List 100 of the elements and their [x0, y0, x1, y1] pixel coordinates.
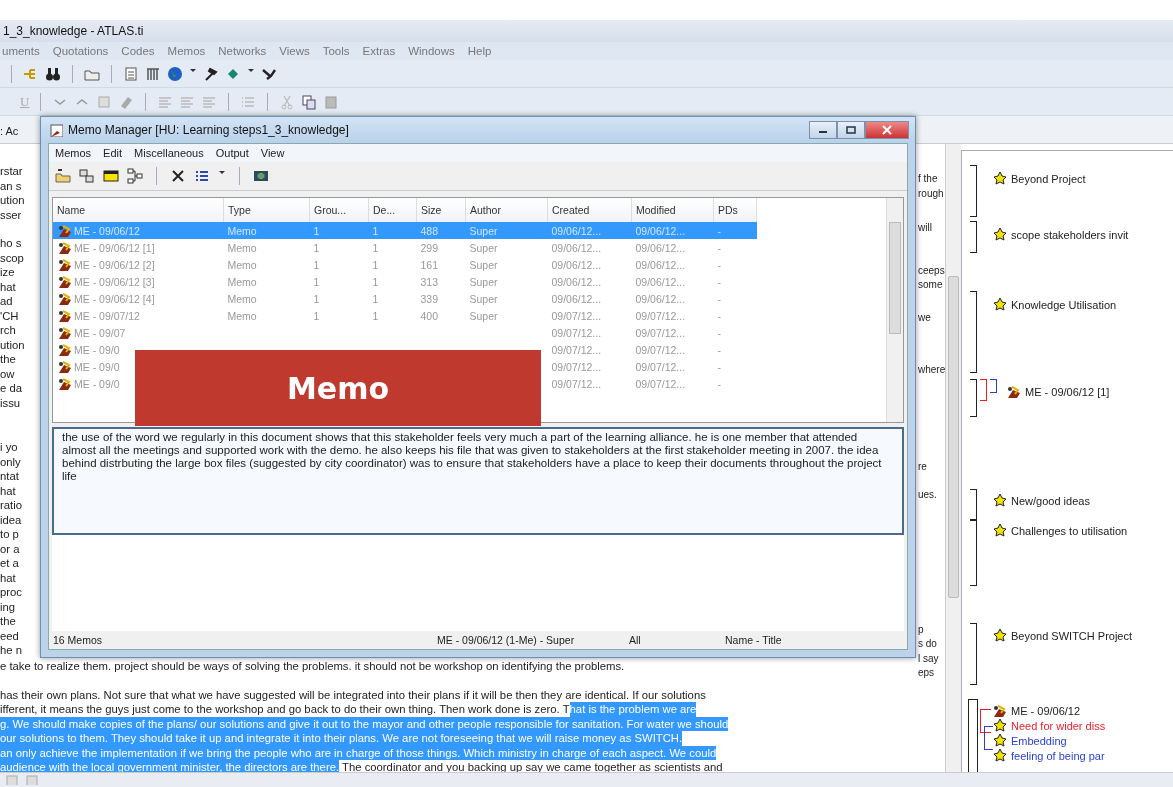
menu-item[interactable]: Quotations — [52, 45, 109, 57]
menu-item[interactable]: Edit — [103, 147, 123, 159]
maximize-button[interactable] — [837, 121, 865, 139]
document-text: ize — [0, 265, 16, 280]
hammer-icon[interactable] — [203, 65, 219, 82]
code-star-icon[interactable] — [992, 523, 1008, 539]
memo-text[interactable]: the use of the word we regularly in this document shows that this stakeholder feels very much a part of the learning alliance. he is one member that attended almost all the meetings and supported work with the demo. he also keeps his file that was given to stakeholders at the first stakeholder meeting in 2007. the idea behind distrbuting the large box files (suggested by city coordinator) was to ensure that stakeholders have a place to keep their documents throughout the project life — [52, 427, 904, 535]
memo-icon[interactable] — [1006, 384, 1022, 400]
scrollbar[interactable] — [886, 198, 903, 422]
picture-icon[interactable] — [253, 168, 269, 184]
caption-banner: Memo — [135, 350, 541, 426]
code-label[interactable]: feeling of being par — [1011, 750, 1105, 762]
network-icon[interactable] — [127, 168, 143, 184]
column-header[interactable]: Author — [465, 198, 548, 222]
document-text: the — [0, 614, 17, 629]
menu-item[interactable]: uments — [2, 45, 40, 57]
bracket-line — [970, 379, 977, 417]
menu-item[interactable]: Networks — [218, 45, 267, 57]
menu-item[interactable]: Windows — [408, 45, 455, 57]
column-header[interactable]: Name — [53, 198, 224, 222]
code-star-icon[interactable] — [992, 748, 1008, 764]
code-star-icon[interactable] — [992, 628, 1008, 644]
memo-icon — [57, 324, 73, 341]
menu-item[interactable]: Memos — [167, 45, 206, 57]
code-star-icon[interactable] — [992, 171, 1008, 187]
status-text: ME - 09/06/12 (1-Me) - Super — [437, 634, 576, 646]
code-label[interactable]: Knowledge Utilisation — [1011, 299, 1117, 311]
memo-icon[interactable] — [992, 703, 1008, 719]
menu-item[interactable]: Tools — [322, 45, 350, 57]
table-cell: Super — [469, 309, 498, 322]
column-header[interactable]: PDs — [713, 198, 757, 222]
column-header[interactable]: De... — [368, 198, 417, 222]
code-label[interactable]: Challenges to utilisation — [1011, 525, 1128, 537]
code-label[interactable]: New/good ideas — [1011, 495, 1090, 507]
document-text: sser — [0, 207, 23, 222]
code-label[interactable]: Beyond Project — [1011, 173, 1086, 185]
code-star-icon[interactable] — [992, 493, 1008, 509]
menu-item[interactable]: Extras — [362, 45, 396, 57]
document-text: rch — [0, 323, 17, 338]
document-icon[interactable] — [123, 65, 139, 82]
memo-icon — [57, 307, 73, 324]
column-header[interactable]: Type — [223, 198, 310, 222]
column-header[interactable]: Size — [416, 198, 466, 222]
folder-icon[interactable] — [55, 168, 71, 184]
column-header[interactable]: Created — [547, 198, 632, 222]
table-cell: 09/07/12... — [635, 343, 686, 356]
document-text: i yo — [0, 440, 19, 455]
menu-item[interactable]: Help — [467, 45, 492, 57]
table-cell: 488 — [420, 224, 439, 237]
code-star-icon[interactable] — [992, 733, 1008, 749]
table-cell: 09/06/12... — [635, 292, 686, 305]
window-title: 1_3_knowledge - ATLAS.ti — [3, 24, 144, 38]
code-star-icon[interactable] — [992, 227, 1008, 243]
globe-icon[interactable] — [167, 65, 183, 82]
document-text: hat — [0, 483, 17, 498]
document-text: some — [918, 278, 944, 292]
document-tab[interactable]: : Ac — [0, 125, 19, 143]
menu-item[interactable]: Output — [215, 147, 249, 159]
table-cell: 1 — [313, 258, 320, 271]
menu-item[interactable]: Codes — [121, 45, 155, 57]
scrollbar-thumb[interactable] — [948, 276, 959, 598]
code-star-icon[interactable] — [992, 718, 1008, 734]
memo-label[interactable]: ME - 09/06/12 — [1011, 705, 1081, 717]
grid-icon[interactable] — [145, 65, 161, 82]
copy-icon[interactable] — [301, 93, 318, 110]
document-text: ratio — [0, 498, 23, 513]
document-text: ution — [0, 193, 25, 208]
menu-item[interactable]: View — [260, 147, 285, 159]
document-text: re — [918, 459, 927, 474]
delete-icon[interactable] — [170, 168, 186, 184]
copy-icon[interactable] — [79, 168, 95, 184]
menu-item[interactable]: Memos — [55, 147, 92, 159]
menu-item[interactable]: Views — [279, 45, 310, 57]
table-cell: 339 — [420, 292, 439, 305]
code-label[interactable]: scope stakeholders invit — [1011, 229, 1129, 241]
column-header[interactable]: Modified — [631, 198, 714, 222]
binoculars-icon[interactable] — [45, 65, 61, 82]
menu-item[interactable]: Miscellaneous — [134, 147, 204, 159]
document-text: s do — [918, 637, 938, 651]
table-cell: Super — [469, 275, 498, 288]
table-cell: - — [717, 275, 721, 288]
memo-label[interactable]: ME - 09/06/12 [1] — [1025, 386, 1110, 398]
close-button[interactable] — [865, 121, 909, 139]
document-text: or a — [0, 541, 21, 556]
code-label[interactable]: Embedding — [1011, 735, 1067, 747]
list-view-icon[interactable] — [194, 168, 210, 184]
code-star-icon[interactable] — [992, 297, 1008, 313]
bracket-line — [970, 623, 977, 685]
memo-card-icon[interactable] — [103, 168, 119, 184]
table-cell: 09/07/12... — [635, 309, 686, 322]
table-cell: Memo — [227, 292, 257, 305]
document-text: issu — [0, 395, 22, 410]
document-text: The coordinator and you backing up say we came together as scientists and — [341, 760, 723, 775]
document-text: an s — [0, 178, 23, 193]
code-label[interactable]: Need for wider diss — [1011, 720, 1106, 732]
table-cell: 09/07/12... — [551, 360, 602, 373]
minimize-button[interactable] — [809, 121, 837, 139]
code-label[interactable]: Beyond SWITCH Project — [1011, 630, 1133, 642]
document-text: e da — [0, 381, 23, 396]
column-header[interactable]: Grou... — [309, 198, 369, 222]
